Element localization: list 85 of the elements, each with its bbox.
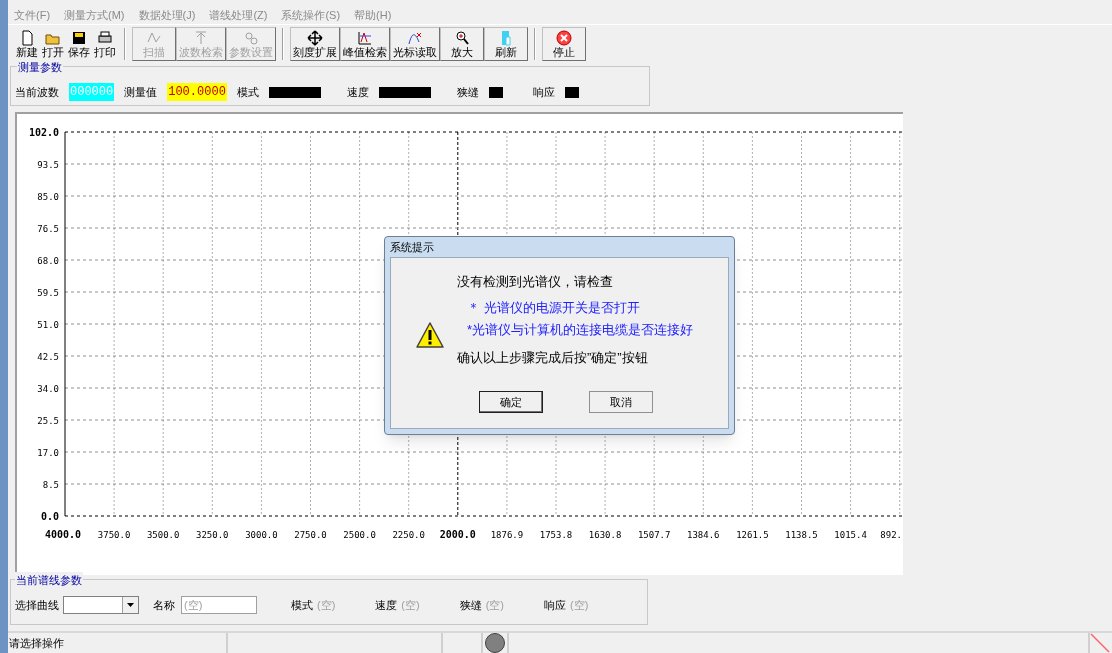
toolbar-button[interactable]: 停止 <box>542 26 586 61</box>
axis-label: 68.0 <box>37 256 59 266</box>
axis-label: 0.0 <box>40 511 59 522</box>
status-text: 请选择操作 <box>9 635 64 651</box>
toolbar-button[interactable]: 峰值检索 <box>340 26 390 61</box>
axis-label: 1753.8 <box>539 530 573 540</box>
axis-label: 3500.0 <box>146 530 180 540</box>
field-label: 狭缝 <box>459 597 482 613</box>
field-label: 响应 <box>532 84 555 100</box>
axis-label: 59.5 <box>37 288 59 298</box>
field-label: 测量值 <box>124 84 158 100</box>
move-arrows-icon <box>307 29 323 46</box>
resize-grip-icon <box>1090 633 1110 653</box>
axis-label: 1138.5 <box>785 530 818 540</box>
printer-icon <box>97 29 113 46</box>
obscured-value <box>378 86 431 98</box>
axis-label: 3250.0 <box>196 530 229 540</box>
group-title: 当前谱线参数 <box>15 572 83 589</box>
axis-label: 1015.4 <box>834 530 867 540</box>
stop-icon <box>556 29 572 46</box>
field-label: 速度 <box>375 597 398 613</box>
dialog-title: 系统提示 <box>390 240 434 255</box>
field-label: 当前波数 <box>15 84 59 100</box>
axis-label: 1507.7 <box>637 530 671 540</box>
document-icon <box>19 29 35 46</box>
warning-icon <box>415 321 445 349</box>
axis-label: 51.0 <box>37 320 59 330</box>
axis-label: 17.0 <box>37 448 59 458</box>
toolbar-button[interactable]: 打印 <box>92 26 118 61</box>
axis-label: 1630.8 <box>588 530 622 540</box>
gears-icon <box>243 29 259 46</box>
hint-text: *光谱仪与计算机的连接电缆是否连接好 <box>467 321 694 339</box>
field-label: 名称 <box>153 597 175 613</box>
axis-label: 2500.0 <box>343 530 376 540</box>
field-label: 模式 <box>236 84 259 100</box>
upload-arrow-icon <box>193 29 209 46</box>
dialog-button[interactable]: 取消 <box>589 391 653 413</box>
axis-label: 2000.0 <box>439 529 476 540</box>
toolbar-button[interactable]: 光标读取 <box>390 26 440 61</box>
field-label: 响应 <box>544 597 566 613</box>
axis-label: 2750.0 <box>294 530 327 540</box>
status-indicator-icon <box>485 633 505 653</box>
obscured-value <box>488 86 503 98</box>
dialog-button[interactable]: 确定 <box>479 391 543 413</box>
axis-label: 3000.0 <box>245 530 278 540</box>
axis-label: 1261.5 <box>736 530 769 540</box>
toolbar-button[interactable]: 刷新 <box>484 26 528 61</box>
obscured-value <box>268 86 321 98</box>
axis-label: 2250.0 <box>392 530 425 540</box>
axis-label: 1876.9 <box>490 530 524 540</box>
field-value: (空) <box>317 597 336 613</box>
field-value: 100.0000 <box>167 83 227 101</box>
axis-label: 8.5 <box>42 480 59 490</box>
axis-label: 4000.0 <box>45 529 82 540</box>
axis-label: 42.5 <box>37 352 59 362</box>
axis-label: 93.5 <box>37 160 59 170</box>
axis-label: 34.0 <box>37 384 59 394</box>
hint-text: ＊ 光谱仪的电源开关是否打开 <box>467 299 640 317</box>
field-value: 000000 <box>69 83 115 101</box>
axis-label: 102.0 <box>28 127 59 138</box>
zoom-icon <box>454 29 470 46</box>
axis-label: 1384.6 <box>687 530 720 540</box>
field-label: 速度 <box>346 84 369 100</box>
axis-label: 3750.0 <box>97 530 131 540</box>
field-label: 狭缝 <box>456 84 479 100</box>
field-value: (空) <box>401 597 420 613</box>
field-value: (空) <box>485 597 504 613</box>
chart-peak-icon <box>357 29 373 46</box>
axis-label: 892. <box>880 530 902 540</box>
field-label: 选择曲线 <box>15 597 59 613</box>
toolbar-button[interactable]: 放大 <box>440 26 484 61</box>
dialog-message: 没有检测到光谱仪，请检查 <box>457 273 613 291</box>
instruction-text: 确认以上步骤完成后按”确定”按钮 <box>457 349 648 367</box>
group-title: 测量参数 <box>17 59 63 76</box>
toolbar-button[interactable]: 新建 <box>14 26 40 61</box>
toolbar-button[interactable]: 保存 <box>66 26 92 61</box>
axis-label: 85.0 <box>37 192 59 202</box>
field-label: 模式 <box>291 597 313 613</box>
toolbar-button[interactable]: 打开 <box>40 26 66 61</box>
toolbar-button[interactable]: 刻度扩展 <box>290 26 340 61</box>
field-value: (空) <box>570 597 589 613</box>
curve-dropdown[interactable] <box>63 596 139 614</box>
axis-label: 25.5 <box>37 416 59 426</box>
obscured-value <box>564 86 579 98</box>
axis-label: 76.5 <box>37 224 59 234</box>
